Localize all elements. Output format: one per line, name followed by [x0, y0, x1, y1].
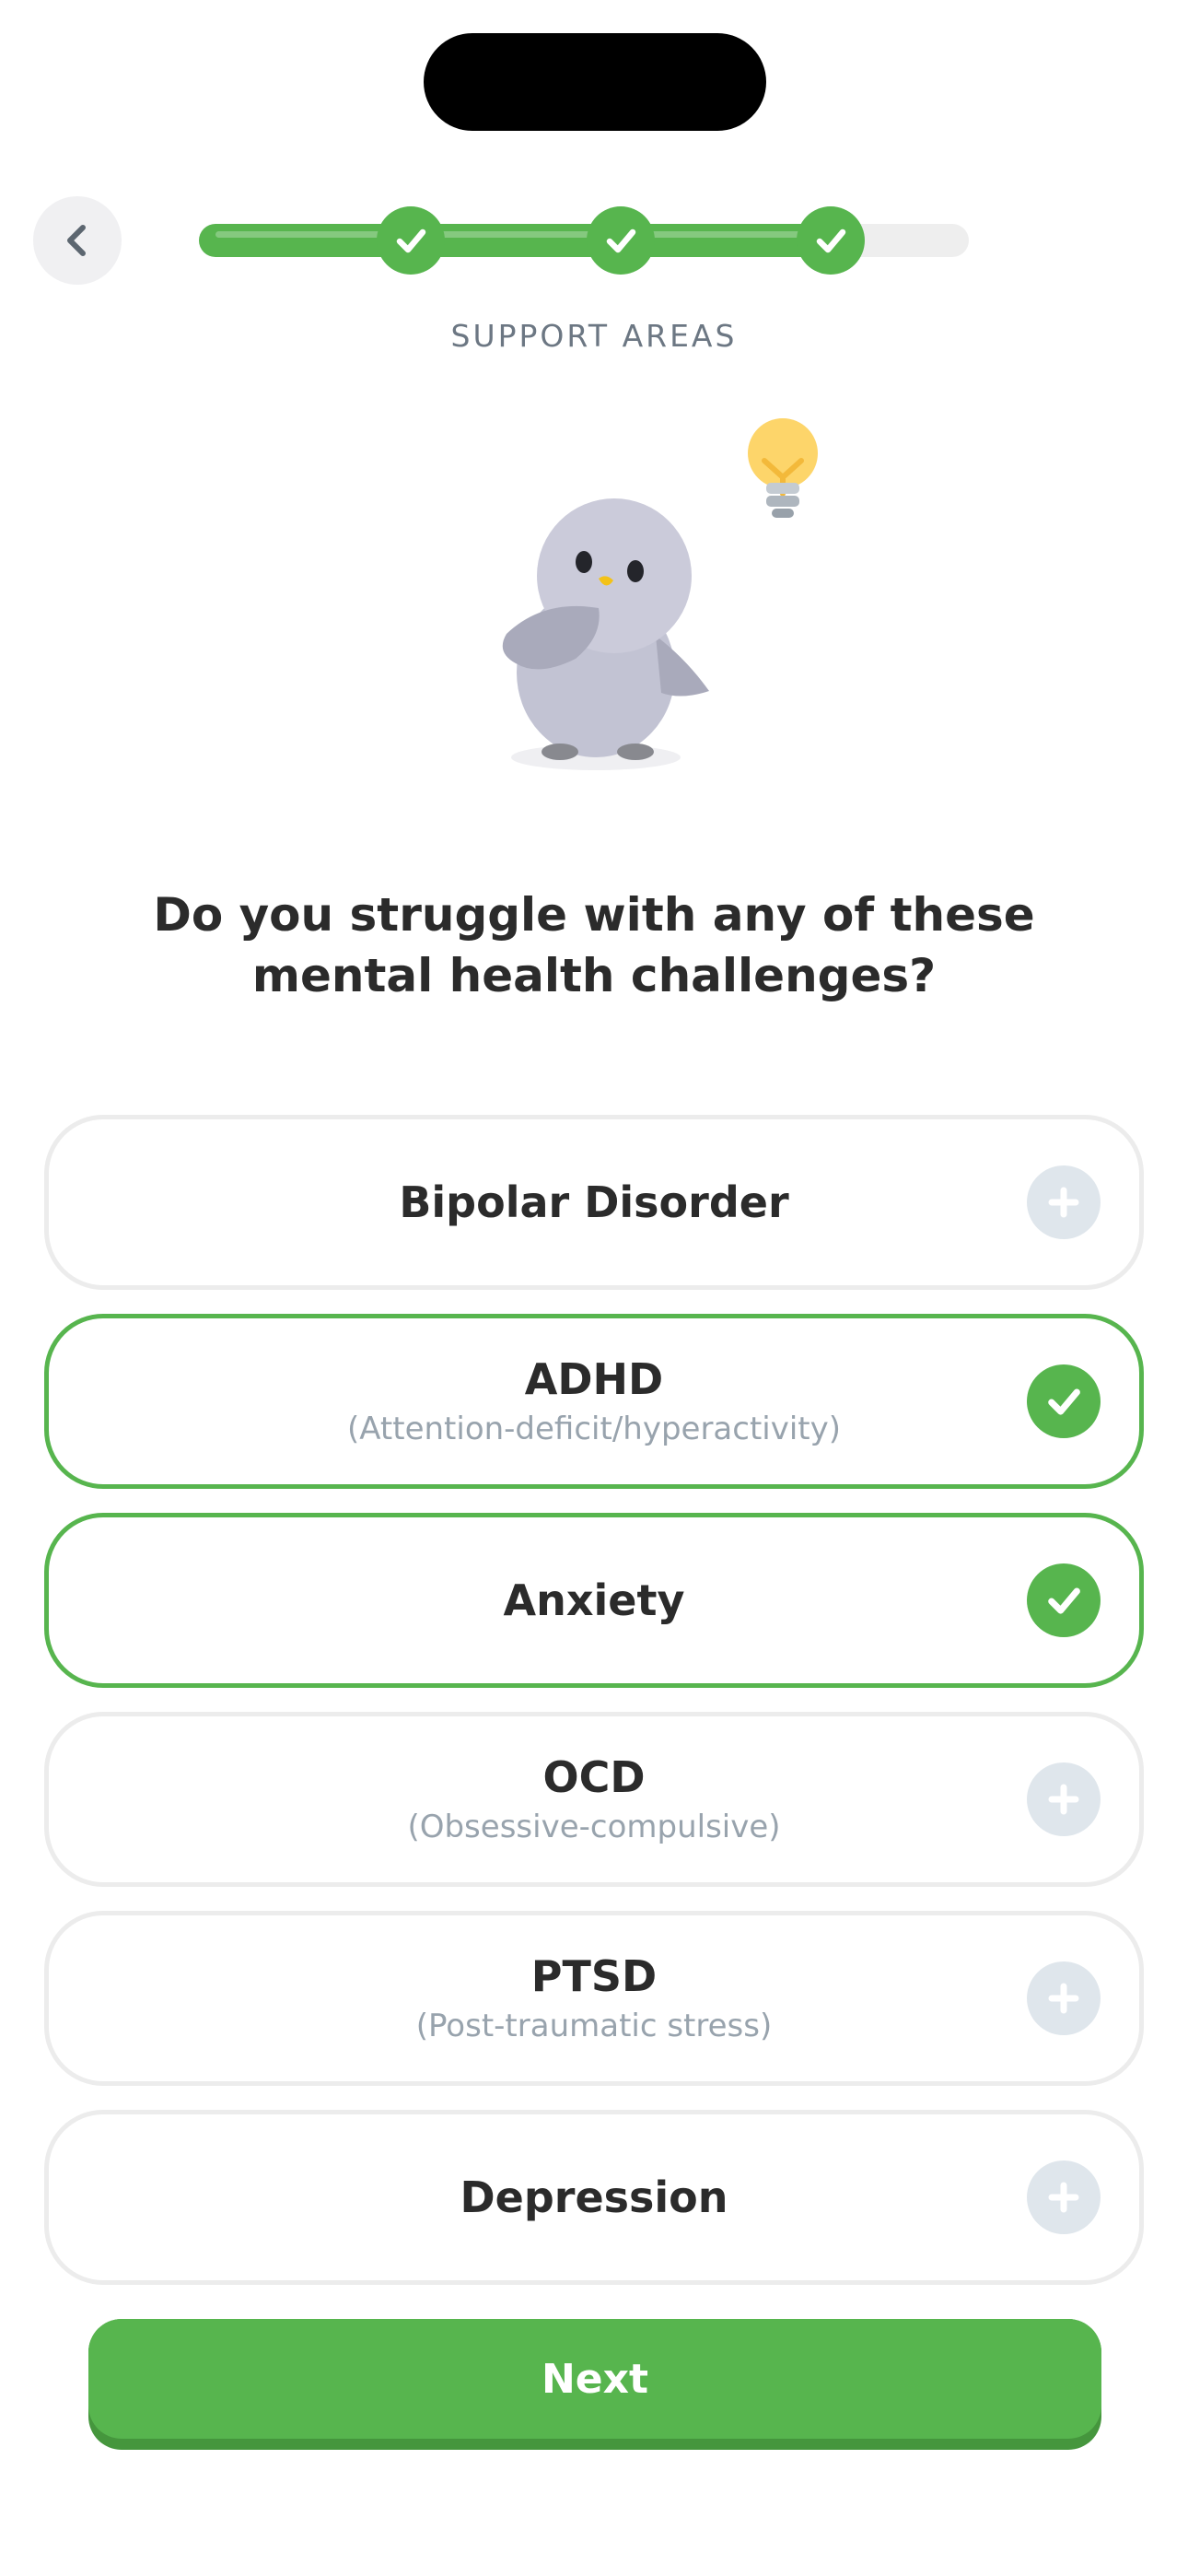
option-subtitle: (Attention-deficit/hyperactivity) — [346, 1411, 842, 1447]
question-heading: Do you struggle with any of these mental… — [153, 888, 1035, 1002]
penguin-mascot-illustration — [502, 418, 818, 770]
check-icon — [816, 228, 846, 253]
option-ptsd[interactable]: PTSD (Post-traumatic stress) — [44, 1911, 1144, 2086]
back-button[interactable] — [33, 196, 122, 285]
section-label: SUPPORT AREAS — [450, 318, 738, 354]
plus-icon — [1027, 1165, 1101, 1239]
progress-step-check-3 — [797, 206, 865, 275]
progress-bar — [199, 206, 969, 275]
option-depression[interactable]: Depression — [44, 2110, 1144, 2285]
check-icon — [1027, 1364, 1101, 1438]
progress-step-check-1 — [377, 206, 445, 275]
option-bipolar-disorder[interactable]: Bipolar Disorder — [44, 1115, 1144, 1290]
chevron-left-icon — [67, 225, 86, 256]
options-list: Bipolar Disorder ADHD (Attention-deficit… — [44, 1115, 1144, 2309]
progress-shine — [215, 231, 814, 238]
next-button[interactable]: Next — [88, 2319, 1101, 2439]
check-icon — [1027, 1563, 1101, 1637]
option-subtitle: (Post-traumatic stress) — [415, 2008, 773, 2044]
option-title: PTSD — [530, 1951, 658, 2001]
progress-step-check-2 — [587, 206, 655, 275]
option-subtitle: (Obsessive-compulsive) — [407, 1809, 781, 1845]
plus-icon — [1027, 1762, 1101, 1836]
check-icon — [606, 228, 636, 253]
option-title: Anxiety — [503, 1575, 685, 1625]
lightbulb-icon — [748, 418, 818, 518]
next-button-container: Next — [88, 2319, 1101, 2450]
dynamic-island — [424, 33, 766, 131]
option-adhd[interactable]: ADHD (Attention-deficit/hyperactivity) — [44, 1314, 1144, 1489]
plus-icon — [1027, 2160, 1101, 2234]
option-title: OCD — [542, 1752, 646, 1802]
option-title: Bipolar Disorder — [399, 1177, 789, 1227]
option-ocd[interactable]: OCD (Obsessive-compulsive) — [44, 1712, 1144, 1887]
option-anxiety[interactable]: Anxiety — [44, 1513, 1144, 1688]
option-title: ADHD — [524, 1354, 664, 1404]
check-icon — [396, 228, 426, 253]
plus-icon — [1027, 1961, 1101, 2035]
option-title: Depression — [460, 2172, 728, 2222]
progress-fill — [199, 224, 831, 257]
